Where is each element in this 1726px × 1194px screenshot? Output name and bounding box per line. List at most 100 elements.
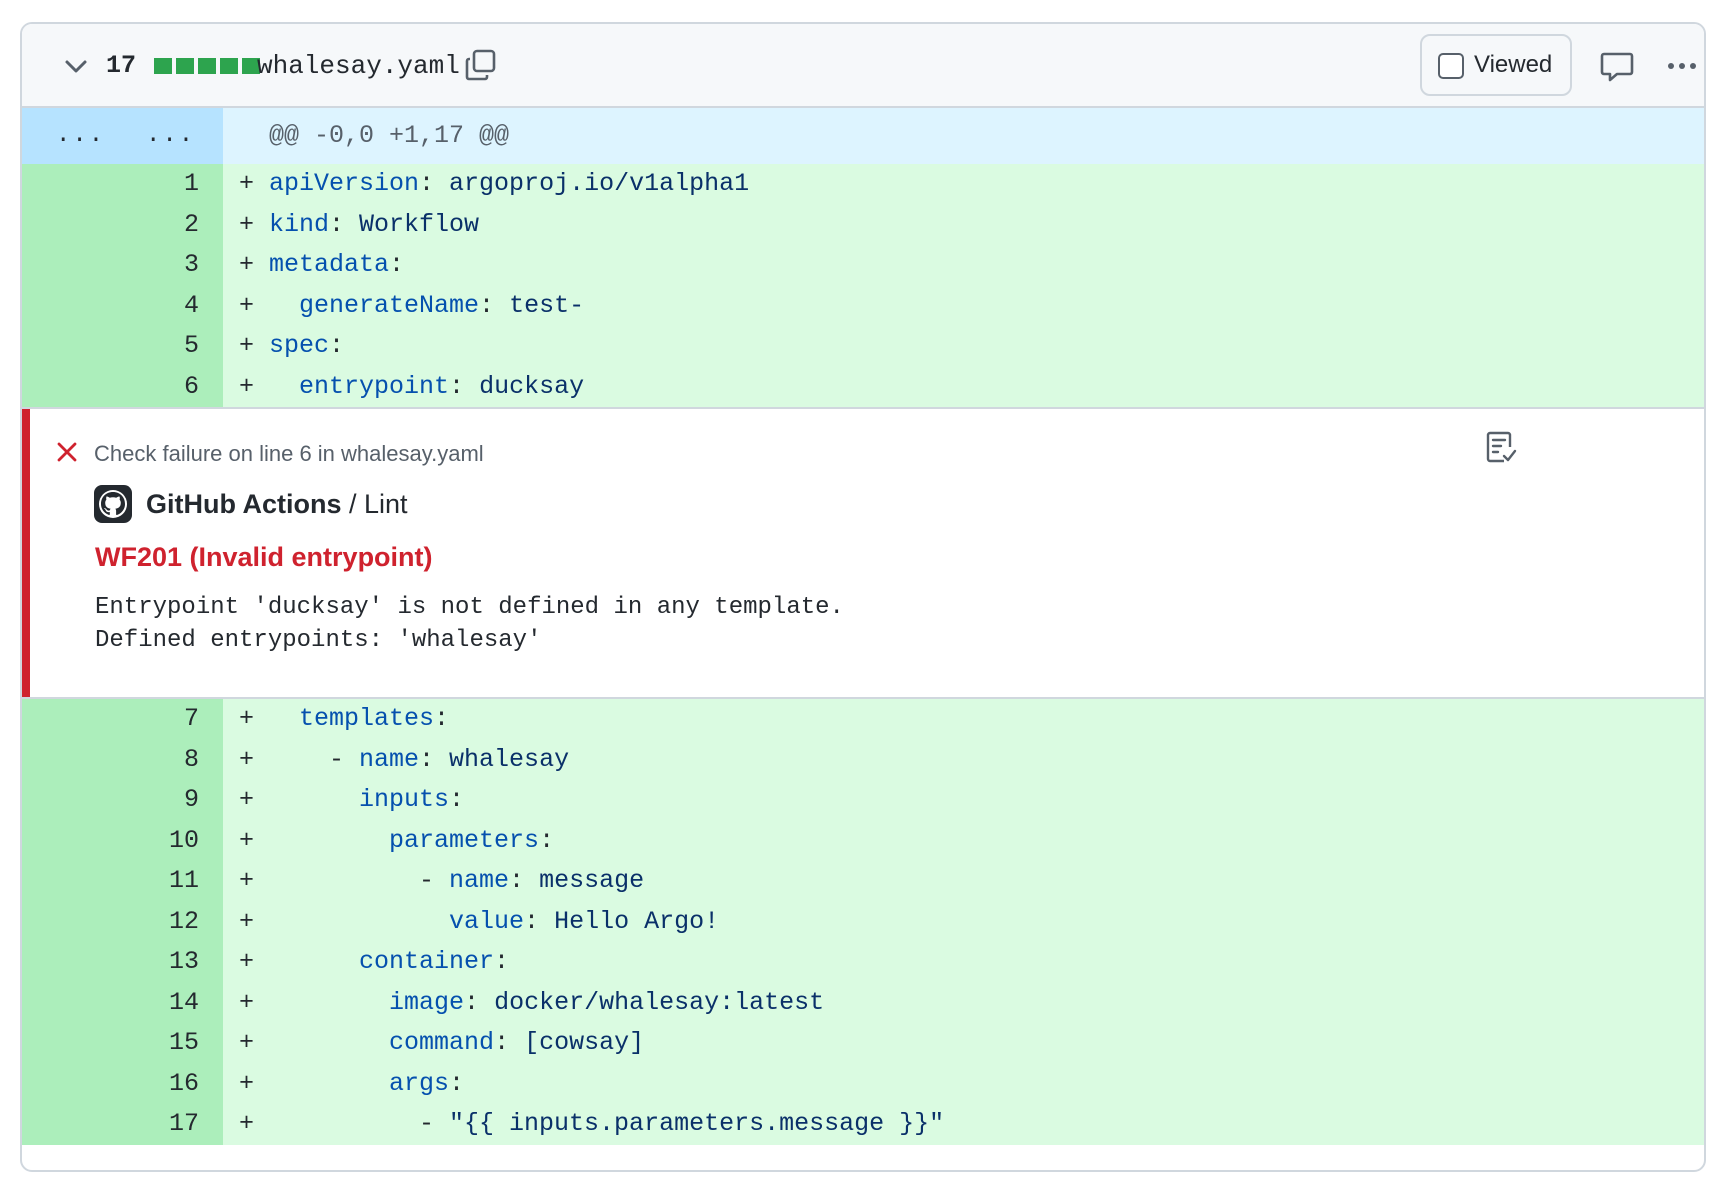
yaml-separator: : <box>329 331 345 360</box>
yaml-key: entrypoint <box>299 371 450 401</box>
added-marker: + <box>239 1109 255 1138</box>
line-number[interactable]: 14 <box>169 983 199 1024</box>
yaml-separator: : <box>419 744 435 774</box>
line-number-gutter: 3 <box>22 245 223 286</box>
comment-icon[interactable] <box>1597 46 1637 86</box>
yaml-key: templates <box>299 704 435 733</box>
hunk-expand-new[interactable]: ... <box>146 108 195 164</box>
code-line: templates: <box>269 699 449 740</box>
line-number[interactable]: 3 <box>184 245 199 286</box>
hunk-gutter[interactable]: ... ... <box>22 108 223 164</box>
diff-line-row: 3 + metadata: <box>22 245 1704 286</box>
diff-line-row: 9 + inputs: <box>22 780 1704 821</box>
diff-rows: ... ... @@ -0,0 +1,17 @@ 1 + apiVersion: a… <box>22 108 1704 1145</box>
yaml-value: Hello Argo! <box>539 906 720 936</box>
line-number-gutter: 4 <box>22 285 223 327</box>
yaml-separator: : <box>389 250 405 279</box>
line-number[interactable]: 12 <box>169 902 199 943</box>
line-number-gutter: 5 <box>22 326 223 367</box>
line-number[interactable]: 13 <box>169 942 199 983</box>
changes-count: 17 <box>106 51 137 80</box>
code-line: apiVersion: argoproj.io/v1alpha1 <box>269 164 749 205</box>
added-marker: + <box>239 1068 255 1098</box>
yaml-separator: : <box>449 785 465 814</box>
diff-line-row: 14 + image: docker/whalesay:latest <box>22 982 1704 1024</box>
diff-line-row: 10 + parameters: <box>22 820 1704 862</box>
yaml-key: name <box>449 866 510 895</box>
yaml-separator: : <box>434 704 450 733</box>
viewed-checkbox[interactable] <box>1438 53 1464 79</box>
yaml-separator: : <box>524 906 540 936</box>
code-line: - name: whalesay <box>269 740 569 781</box>
annotation-source-app[interactable]: GitHub Actions <box>146 489 342 519</box>
viewed-label: Viewed <box>1474 51 1553 78</box>
added-marker: + <box>239 209 255 239</box>
diff-line-row: 7 + templates: <box>22 699 1704 740</box>
diffstat <box>154 58 260 76</box>
yaml-value: whalesay <box>434 744 570 774</box>
diff-line-row: 12 + value: Hello Argo! <box>22 901 1704 943</box>
line-number-gutter: 9 <box>22 780 223 821</box>
kebab-horizontal-icon[interactable] <box>1662 46 1702 86</box>
line-number-gutter: 1 <box>22 164 223 205</box>
added-marker: + <box>239 866 255 895</box>
diff-line-row: 11 + - name: message <box>22 861 1704 902</box>
line-number[interactable]: 6 <box>184 367 199 408</box>
yaml-key: metadata <box>269 250 390 279</box>
code-line: - name: message <box>269 861 644 902</box>
code-line: entrypoint: ducksay <box>269 367 584 408</box>
line-number[interactable]: 11 <box>169 861 199 902</box>
hunk-expand-old[interactable]: ... <box>56 108 105 164</box>
code-line: generateName: test- <box>269 286 584 327</box>
line-number-gutter: 11 <box>22 861 223 902</box>
added-marker: + <box>239 371 255 401</box>
added-marker: + <box>239 785 255 814</box>
chevron-down-icon[interactable] <box>60 50 92 82</box>
line-number-gutter: 15 <box>22 1023 223 1064</box>
added-marker: + <box>239 744 255 774</box>
diff-line-row: 6 + entrypoint: ducksay <box>22 366 1704 408</box>
line-number-gutter: 16 <box>22 1063 223 1105</box>
line-number[interactable]: 4 <box>184 286 199 327</box>
annotation-error-title: WF201 (Invalid entrypoint) <box>95 542 433 572</box>
line-number[interactable]: 5 <box>184 326 199 367</box>
line-number[interactable]: 2 <box>184 205 199 246</box>
yaml-value: argoproj.io/v1alpha1 <box>434 169 750 198</box>
added-marker: + <box>239 331 255 360</box>
yaml-key: apiVersion <box>269 169 420 198</box>
line-number[interactable]: 8 <box>184 740 199 781</box>
line-number[interactable]: 9 <box>184 780 199 821</box>
line-number[interactable]: 16 <box>169 1064 199 1105</box>
diff-line-row: 13 + container: <box>22 942 1704 983</box>
diffstat-block-added <box>154 58 172 74</box>
copy-icon[interactable] <box>464 48 504 88</box>
code-line: - "{{ inputs.parameters.message }}" <box>269 1104 944 1145</box>
diff-line-row: 16 + args: <box>22 1063 1704 1105</box>
added-marker: + <box>239 290 255 320</box>
line-number[interactable]: 15 <box>169 1023 199 1064</box>
line-number[interactable]: 7 <box>184 699 199 740</box>
line-number[interactable]: 17 <box>169 1104 199 1145</box>
code-line: spec: <box>269 326 344 367</box>
diff-line-row: 8 + - name: whalesay <box>22 739 1704 781</box>
code-indent: - <box>269 744 360 774</box>
viewed-toggle[interactable]: Viewed <box>1420 34 1572 96</box>
code-indent: - <box>269 1109 450 1138</box>
yaml-key: generateName <box>299 290 480 320</box>
yaml-separator: : <box>494 947 510 976</box>
file-header: 17 whalesay.yaml Viewed <box>22 24 1704 108</box>
file-name-link[interactable]: whalesay.yaml <box>257 46 460 86</box>
github-mark-icon <box>94 485 132 523</box>
annotation-source-sep: / <box>341 489 365 519</box>
line-number[interactable]: 1 <box>184 164 199 205</box>
annotation-title: Check failure on line 6 in whalesay.yaml <box>94 441 484 466</box>
checklist-icon[interactable] <box>1482 429 1518 465</box>
line-number[interactable]: 10 <box>169 821 199 862</box>
code-indent: - <box>269 866 450 895</box>
